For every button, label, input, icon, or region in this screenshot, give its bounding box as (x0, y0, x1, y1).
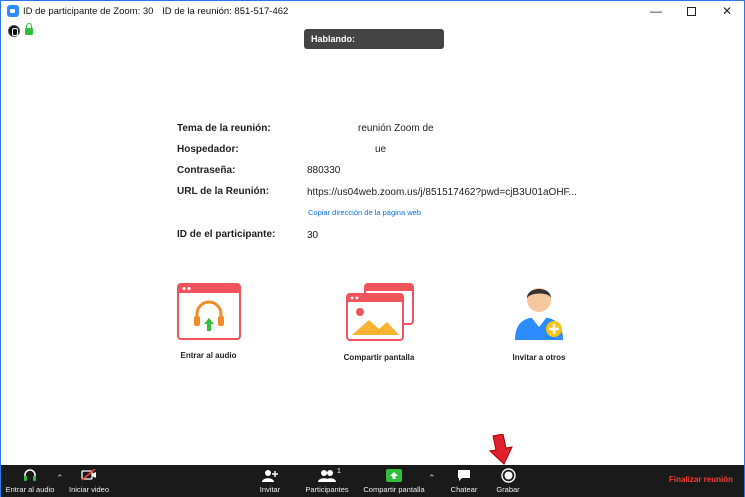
invite-others-label: Invitar a otros (512, 353, 566, 362)
share-screen-toolbar-label: Compartir pantalla (363, 485, 425, 494)
lock-icon[interactable] (25, 23, 33, 35)
host-label: Hospedador: (177, 144, 239, 155)
join-audio-label: Entrar al audio (180, 351, 237, 360)
share-screen-icon (346, 283, 414, 341)
meeting-toolbar: Entrar al audio ⌃ Iniciar video Invitar … (1, 465, 744, 497)
chat-icon (458, 469, 470, 481)
chat-button[interactable]: Chatear (449, 465, 479, 497)
meeting-id-title: ID de la reunión: 851-517-462 (162, 5, 289, 17)
participants-icon (318, 469, 336, 482)
encryption-icon[interactable] (8, 25, 20, 37)
add-user-icon (262, 469, 278, 482)
join-audio-action[interactable]: Entrar al audio (171, 283, 246, 360)
share-screen-action[interactable]: Compartir pantalla (334, 282, 424, 362)
invite-user-icon (515, 288, 563, 340)
zoom-window: ID de participante de Zoom: 30 ID de la … (0, 0, 745, 497)
start-video-button[interactable]: Iniciar video (65, 465, 113, 497)
video-off-icon (81, 469, 96, 481)
invite-others-action[interactable]: Invitar a otros (507, 280, 571, 362)
title-bar: ID de participante de Zoom: 30 ID de la … (1, 1, 744, 21)
host-value: ue (375, 144, 387, 155)
chat-label: Chatear (450, 485, 478, 494)
headphone-icon (176, 283, 241, 340)
record-button[interactable]: Grabar (493, 465, 523, 497)
headphone-icon (24, 469, 36, 481)
copy-url-link[interactable]: Copiar dirección de la página web (308, 208, 421, 217)
start-video-label: Iniciar video (68, 485, 110, 494)
topic-label: Tema de la reunión: (177, 123, 271, 134)
participants-button[interactable]: Participantes (302, 465, 352, 497)
participant-id-label: ID de el participante: (177, 229, 276, 240)
zoom-logo-icon (7, 5, 19, 17)
window-title: ID de participante de Zoom: 30 ID de la … (23, 6, 294, 17)
close-button[interactable]: ✕ (712, 1, 742, 21)
record-icon (500, 467, 516, 483)
red-arrow-annotation (488, 434, 513, 465)
share-screen-label: Compartir pantalla (343, 353, 415, 362)
url-label: URL de la Reunión: (177, 186, 270, 197)
maximize-icon (686, 6, 696, 16)
audio-options-caret[interactable]: ⌃ (56, 473, 64, 484)
participants-count: 1 (337, 468, 341, 475)
maximize-button[interactable] (676, 1, 706, 21)
share-options-caret[interactable]: ⌃ (428, 473, 436, 484)
record-label: Grabar (496, 485, 520, 494)
invite-button[interactable]: Invitar (253, 465, 287, 497)
minimize-button[interactable]: — (641, 1, 671, 21)
join-audio-toolbar-label: Entrar al audio (5, 485, 55, 494)
speaking-indicator: Hablando: (304, 29, 444, 49)
url-value: https://us04web.zoom.us/j/851517462?pwd=… (307, 187, 577, 198)
join-audio-button[interactable]: Entrar al audio (1, 465, 59, 497)
password-label: Contraseña: (177, 165, 236, 176)
topic-value: reunión Zoom de (358, 123, 434, 134)
password-value: 880330 (307, 165, 341, 176)
share-screen-button[interactable]: Compartir pantalla (361, 465, 427, 497)
share-screen-icon (386, 468, 402, 482)
participant-id-title: ID de participante de Zoom: 30 (23, 5, 154, 17)
end-meeting-button[interactable]: Finalizar reunión (669, 475, 733, 484)
participants-label: Participantes (305, 485, 349, 494)
participant-id-value: 30 (307, 230, 319, 241)
invite-label: Invitar (259, 485, 281, 494)
